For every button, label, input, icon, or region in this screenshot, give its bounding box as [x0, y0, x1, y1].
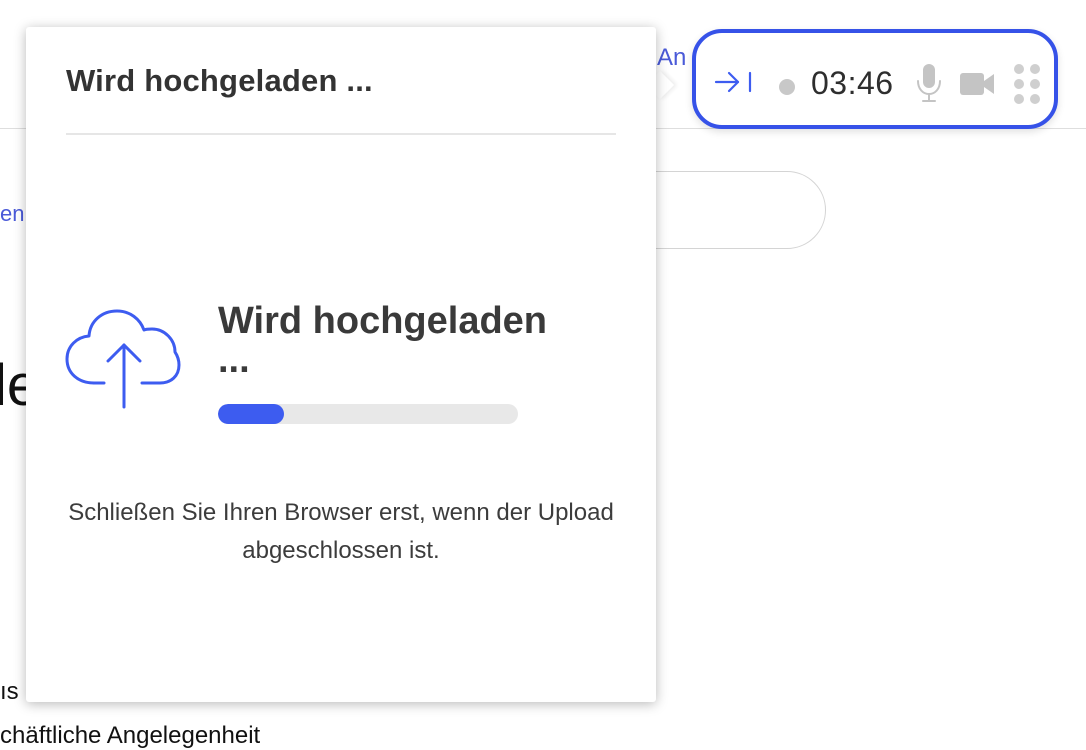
camera-icon[interactable] — [959, 71, 995, 97]
popover-divider — [66, 133, 616, 135]
record-dot-icon — [779, 79, 795, 95]
drag-handle-icon[interactable] — [1012, 63, 1042, 105]
cloud-upload-icon — [65, 309, 181, 409]
upload-note: Schließen Sie Ihren Browser erst, wenn d… — [68, 499, 614, 564]
upload-status-text: Wird hochgeladen ... — [218, 300, 548, 381]
popover-title: Wird hochgeladen ... — [66, 63, 373, 98]
recording-toolbar: 03:46 — [692, 29, 1058, 129]
upload-progress-bar — [218, 404, 518, 424]
upload-popover: Wird hochgeladen ... Wird hochgeladen ..… — [26, 27, 656, 702]
nav-link[interactable]: en — [0, 201, 24, 227]
upload-progress-fill — [218, 404, 284, 424]
header-link[interactable]: An — [657, 44, 686, 72]
microphone-icon[interactable] — [916, 63, 942, 103]
collapse-arrow-icon[interactable] — [714, 69, 754, 95]
recording-timer: 03:46 — [811, 65, 894, 101]
body-text-fragment: ıs — [0, 678, 19, 705]
